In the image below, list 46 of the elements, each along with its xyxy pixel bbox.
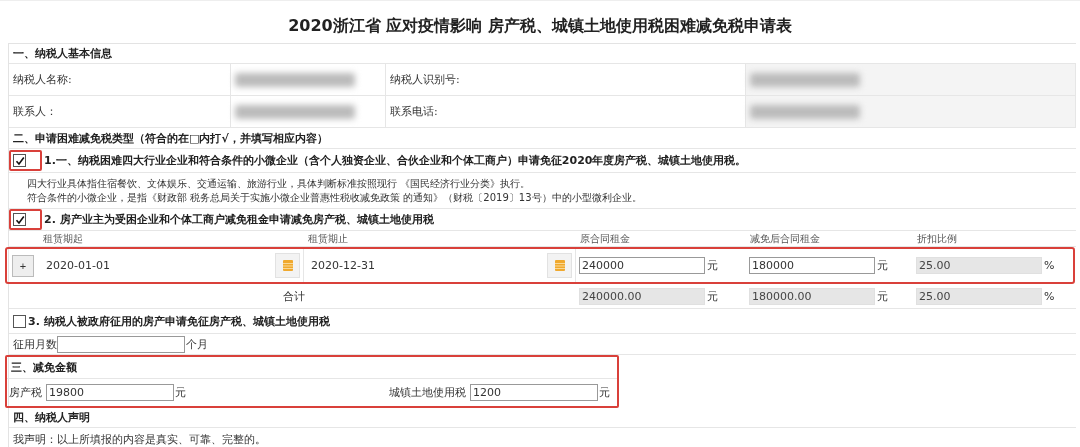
unit-label: 元 [707,258,718,273]
unit-label: 元 [599,385,610,400]
checkbox[interactable] [13,213,26,226]
option-label: 3. 纳税人被政府征用的房产申请免征房产税、城镇土地使用税 [28,313,330,329]
unit-label: 元 [877,288,888,304]
field-label: 联系人： [13,104,57,119]
option-label: 2. 房产业主为受困企业和个体工商户减免租金申请减免房产税、城镇土地使用税 [44,212,434,227]
column-header: 租赁期起 [42,232,84,246]
date-field[interactable]: 2020-12-31 [307,259,375,272]
section-heading: 二、申请困难减免税类型（符合的在□内打√，并填写相应内容） [13,130,328,146]
section-heading: 三、减免金额 [11,360,77,375]
column-header: 减免后合同租金 [749,232,821,246]
input-field[interactable]: 180000 [749,257,875,274]
field-label: 城镇土地使用税 [389,385,466,400]
calendar-icon [554,260,565,271]
unit-label: 个月 [186,336,208,352]
add-button[interactable]: + [12,254,34,277]
unit-label: % [1044,259,1055,272]
total-label: 合计 [283,288,305,304]
field-label: 纳税人名称: [13,72,72,87]
input-field[interactable] [57,335,185,353]
checkbox[interactable] [13,314,26,328]
form-title: 2020浙江省 应对疫情影响 房产税、城镇土地使用税困难减免税申请表 [288,15,792,37]
unit-label: % [1044,289,1055,303]
note-text: 符合条件的小微企业，是指《财政部 税务总局关于实施小微企业普惠性税收减免政策 的通知》（财税〔2019〕13号）中的小型微利企业。 [27,190,642,205]
section-heading: 四、纳税人声明 [13,410,90,425]
checkbox[interactable] [13,154,26,167]
calendar-icon [282,260,293,271]
input-field[interactable]: 19800 [46,384,174,401]
column-header: 折扣比例 [916,232,958,246]
unit-label: 元 [707,288,718,304]
date-field[interactable]: 2020-01-01 [42,259,110,272]
unit-label: 元 [877,258,888,273]
field-label: 纳税人识别号: [390,72,460,87]
section-heading: 一、纳税人基本信息 [13,46,112,61]
input-field[interactable]: 240000 [579,257,705,274]
unit-label: 元 [175,385,186,400]
column-header: 租赁期止 [307,232,349,246]
field-label: 房产税 [9,385,42,400]
declaration-text: 我声明：以上所填报的内容是真实、可靠、完整的。 [13,431,266,447]
input-field[interactable]: 1200 [470,384,598,401]
field-label: 联系电话: [390,104,438,119]
field-label: 征用月数 [13,336,57,352]
note-text: 四大行业具体指住宿餐饮、文体娱乐、交通运输、旅游行业，具体判断标准按照现行 《国民经济行业分类》执行。 [27,176,531,191]
column-header: 原合同租金 [579,232,631,246]
option-label: 1.一、纳税困难四大行业企业和符合条件的小微企业（含个人独资企业、合伙企业和个体工商户）申请免征2020年度房产税、城镇土地使用税。 [44,153,747,168]
